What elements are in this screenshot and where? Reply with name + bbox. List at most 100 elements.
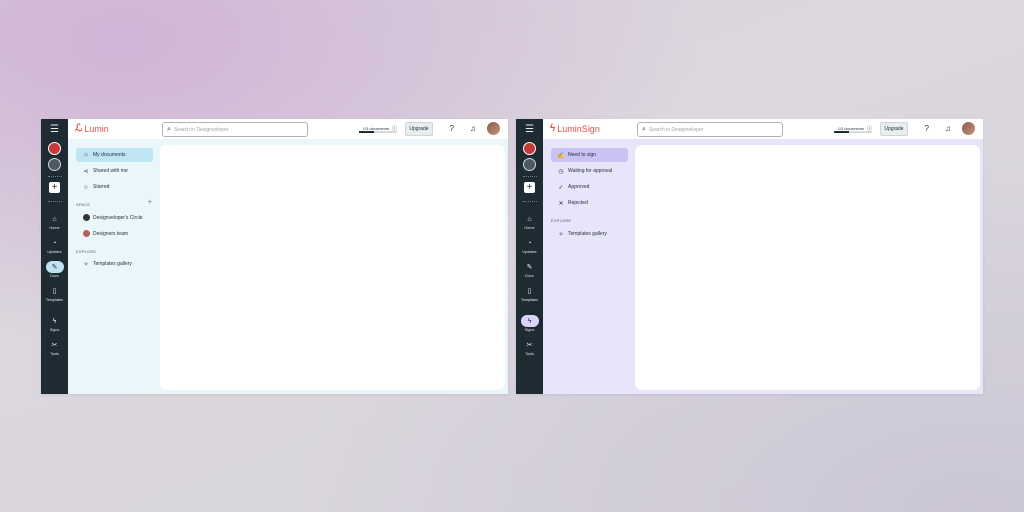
document-canvas — [160, 145, 505, 390]
search-placeholder: Search in Designveloper — [173, 126, 229, 133]
bell-icon[interactable]: ♫ — [945, 124, 951, 133]
hamburger-menu-icon[interactable]: ☰ — [41, 119, 68, 139]
search-icon: ⌕ — [167, 125, 171, 133]
rail-home[interactable]: ⌂ Home — [41, 213, 68, 231]
nav-starred[interactable]: ☆ Starred — [76, 180, 153, 194]
search-input[interactable]: ⌕ Search in Designveloper — [162, 122, 308, 137]
nav-templates-gallery[interactable]: ✧ Templates gallery — [551, 227, 628, 241]
main-area — [633, 139, 983, 394]
help-icon[interactable]: ? — [925, 124, 929, 133]
signature-icon: ✍ — [557, 152, 565, 159]
templates-icon: ▯ — [52, 288, 57, 295]
sparkle-icon: ✧ — [83, 261, 89, 268]
rail-updates-label: Updates — [522, 250, 537, 254]
nav-templates-gallery[interactable]: ✧ Templates gallery — [76, 257, 153, 271]
luminsign-window: ☰ + ⌂ Home ◔ Updates ✎ Docs ▯ Templates … — [516, 119, 983, 394]
rail-signs[interactable]: ϟ Signs — [41, 315, 68, 333]
docs-icon: ✎ — [45, 261, 64, 273]
rail-docs[interactable]: ✎ Docs — [516, 261, 543, 279]
nav-shared-label: Shared with me — [93, 168, 128, 174]
nav-my-documents[interactable]: ⌂ My documents — [76, 148, 153, 162]
nav-team-label: Designers team — [93, 231, 129, 237]
upgrade-button[interactable]: Upgrade — [880, 122, 908, 136]
personal-workspace-icon[interactable] — [523, 158, 536, 171]
rail-signs[interactable]: ϟ Signs — [516, 315, 543, 333]
rail-templates-label: Templates — [45, 298, 64, 302]
templates-icon: ▯ — [527, 288, 532, 295]
luminsign-logo[interactable]: ϟ LuminSign — [550, 123, 600, 134]
bell-icon[interactable]: ♫ — [470, 124, 476, 133]
create-new-button[interactable]: + — [49, 182, 60, 193]
create-new-button[interactable]: + — [524, 182, 535, 193]
nav-need-to-sign-label: Need to sign — [568, 152, 597, 158]
rail-templates[interactable]: ▯ Templates — [41, 285, 68, 303]
nav-rejected[interactable]: ✕ Rejected — [551, 196, 628, 210]
hamburger-menu-icon[interactable]: ☰ — [516, 119, 543, 139]
rail-templates-label: Templates — [520, 298, 539, 302]
signs-icon: ϟ — [520, 315, 539, 327]
explore-section-label: EXPLORE — [76, 249, 97, 254]
rail-tools-label: Tools — [50, 352, 59, 356]
side-panel: ✍ Need to sign ◷ Waiting for approval ✓ … — [543, 139, 633, 394]
help-icon[interactable]: ? — [450, 124, 454, 133]
nav-team[interactable]: Designers team — [76, 227, 153, 241]
workspace-avatar[interactable] — [523, 142, 536, 155]
circle-avatar — [81, 213, 91, 223]
rail-updates[interactable]: ◔ Updates — [516, 237, 543, 255]
user-avatar[interactable] — [487, 122, 500, 135]
rail-updates-label: Updates — [47, 250, 62, 254]
check-icon: ✓ — [558, 184, 564, 191]
user-avatar[interactable] — [962, 122, 975, 135]
nav-my-documents-label: My documents — [93, 152, 126, 158]
rail-home-label: Home — [49, 226, 60, 230]
sparkle-icon: ✧ — [558, 231, 564, 238]
workspace-avatar[interactable] — [48, 142, 61, 155]
updates-icon: ◔ — [527, 239, 532, 247]
search-placeholder: Search in Designveloper — [648, 126, 704, 133]
rail-tools[interactable]: ✂ Tools — [516, 339, 543, 357]
side-panel: ⌂ My documents ⋖ Shared with me ☆ Starre… — [68, 139, 158, 394]
rail-divider — [522, 201, 537, 202]
nav-need-to-sign[interactable]: ✍ Need to sign — [551, 148, 628, 162]
updates-icon: ◔ — [52, 239, 57, 247]
rail-divider — [47, 201, 62, 202]
home-icon: ⌂ — [52, 215, 57, 223]
nav-approved[interactable]: ✓ Approved — [551, 180, 628, 194]
rail-signs-label: Signs — [49, 328, 60, 332]
rail-updates[interactable]: ◔ Updates — [41, 237, 68, 255]
add-space-button[interactable]: + — [148, 199, 152, 206]
rail-docs-label: Docs — [50, 274, 59, 278]
rail-home[interactable]: ⌂ Home — [516, 213, 543, 231]
logo-text: Lumin — [84, 123, 109, 134]
top-bar: ℒ Lumin ⌕ Search in Designveloper 1/3 do… — [68, 119, 508, 139]
nav-waiting-label: Waiting for approval — [568, 168, 613, 174]
logo-text: LuminSign — [557, 123, 600, 134]
rail-home-label: Home — [524, 226, 535, 230]
nav-shared[interactable]: ⋖ Shared with me — [76, 164, 153, 178]
main-area — [158, 139, 508, 394]
nav-starred-label: Starred — [93, 184, 110, 190]
nav-waiting[interactable]: ◷ Waiting for approval — [551, 164, 628, 178]
nav-gallery-label: Templates gallery — [93, 261, 132, 267]
search-input[interactable]: ⌕ Search in Designveloper — [637, 122, 783, 137]
quota-progress-bar — [359, 131, 397, 133]
share-icon: ⋖ — [83, 168, 89, 175]
rail-divider — [522, 176, 537, 177]
rail-docs[interactable]: ✎ Docs — [41, 261, 68, 279]
rail-docs-label: Docs — [525, 274, 534, 278]
nav-gallery-label: Templates gallery — [568, 231, 607, 237]
clock-icon: ◷ — [558, 168, 564, 175]
lumin-logo-icon: ℒ — [75, 123, 83, 134]
tools-icon: ✂ — [51, 342, 58, 349]
rail-tools[interactable]: ✂ Tools — [41, 339, 68, 357]
nav-circle[interactable]: Designveloper's Circle — [76, 211, 153, 225]
space-section-label: SPACE — [76, 202, 91, 207]
lumin-logo[interactable]: ℒ Lumin — [75, 123, 109, 134]
rail-templates[interactable]: ▯ Templates — [516, 285, 543, 303]
rail-divider — [47, 176, 62, 177]
app-rail: ☰ + ⌂ Home ◔ Updates ✎ Docs ▯ Templates … — [41, 119, 68, 394]
personal-workspace-icon[interactable] — [48, 158, 61, 171]
documents-icon: ⌂ — [84, 152, 88, 158]
docs-icon: ✎ — [526, 264, 533, 271]
upgrade-button[interactable]: Upgrade — [405, 122, 433, 136]
